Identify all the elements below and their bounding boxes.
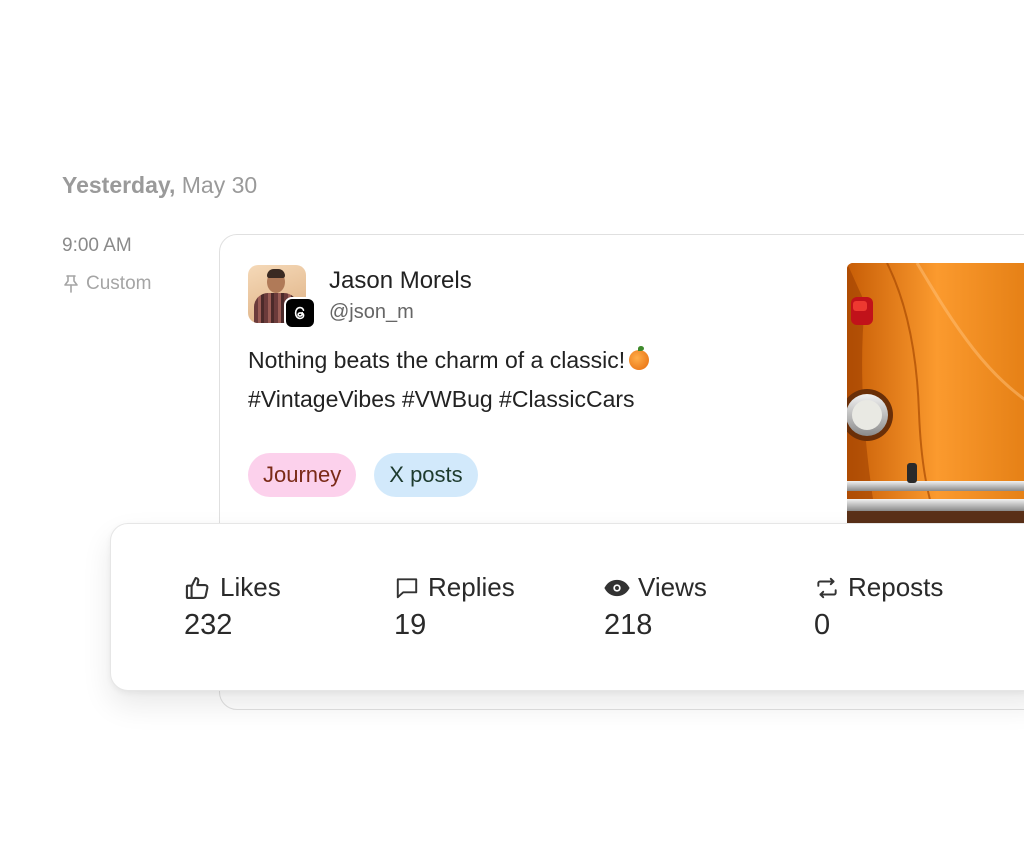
date-heading: Yesterday, May 30	[62, 172, 257, 199]
comment-icon	[394, 575, 420, 601]
custom-label: Custom	[86, 273, 152, 294]
likes-label: Likes	[220, 572, 281, 602]
post-text-line: Nothing beats the charm of a classic!	[248, 341, 808, 380]
date-label: May 30	[181, 172, 258, 198]
post-image[interactable]	[847, 263, 1024, 525]
orange-emoji-icon	[629, 346, 650, 370]
post-time: 9:00 AM	[62, 235, 132, 256]
replies-value: 19	[394, 609, 427, 641]
metric-likes: Likes 232	[184, 572, 281, 642]
author-handle: @json_m	[329, 301, 414, 323]
repost-icon	[814, 575, 840, 601]
likes-value: 232	[184, 609, 233, 641]
threads-icon	[284, 297, 316, 329]
post-hashtags: #VintageVibes #VWBug #ClassicCars	[248, 386, 635, 412]
pin-icon	[62, 274, 80, 294]
views-value: 218	[604, 609, 653, 641]
day-label: Yesterday,	[62, 172, 176, 198]
metric-views: Views 218	[604, 572, 707, 642]
tag-journey[interactable]: Journey	[248, 453, 357, 497]
reposts-label: Reposts	[848, 572, 944, 602]
reposts-value: 0	[814, 609, 831, 641]
views-label: Views	[638, 572, 707, 602]
metrics-card: Likes 232 Replies 19 Views 218 Reposts 0	[110, 523, 1024, 691]
calendar-view: Yesterday, May 30 9:00 AM Custom Jason M…	[0, 0, 1024, 866]
custom-schedule[interactable]: Custom	[62, 273, 151, 295]
eye-icon	[604, 575, 630, 601]
metric-replies: Replies 19	[394, 572, 515, 642]
author-name: Jason Morels	[329, 267, 472, 294]
replies-label: Replies	[428, 572, 515, 602]
post-text: Nothing beats the charm of a classic! #V…	[248, 341, 808, 419]
thumbs-up-icon	[184, 574, 212, 602]
metric-reposts: Reposts 0	[814, 572, 943, 642]
tag-list: Journey X posts	[248, 453, 478, 497]
post-text-main: Nothing beats the charm of a classic!	[248, 347, 626, 373]
tag-x-posts[interactable]: X posts	[374, 453, 478, 497]
